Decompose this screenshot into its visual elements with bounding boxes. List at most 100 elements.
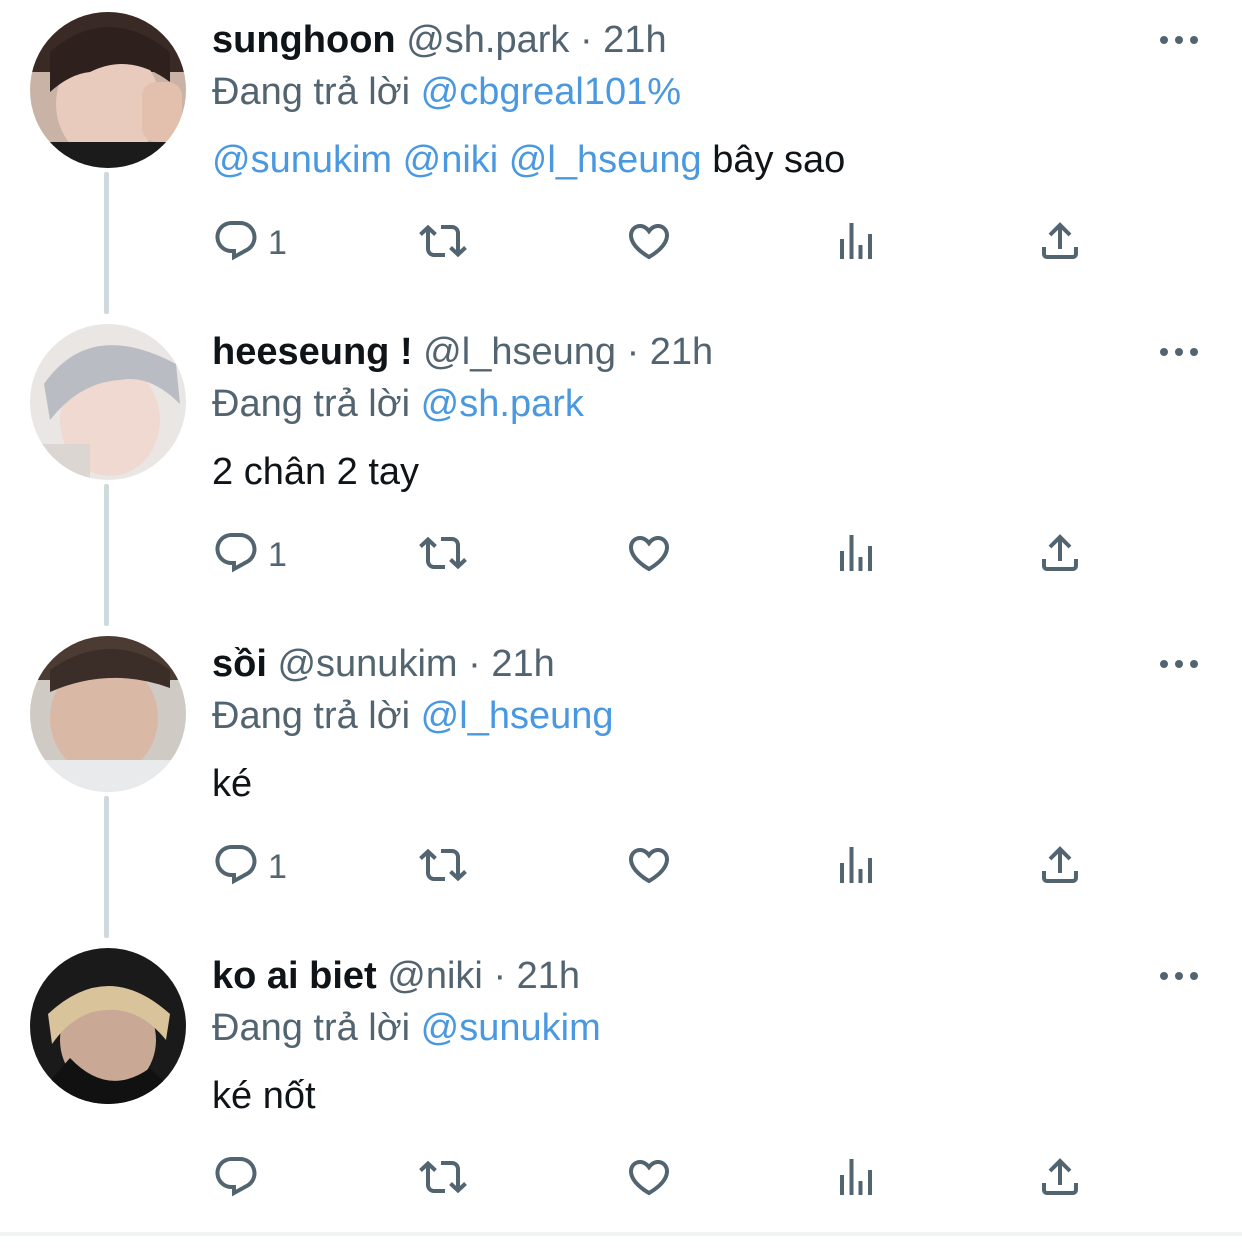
reply-button[interactable]: 1 [212, 520, 287, 590]
separator-dot: · [626, 331, 640, 373]
tweet-text: 2 chân 2 tay [212, 446, 419, 498]
tweet[interactable]: sồi @sunukim · 21h Đang trả lời @l_hseun… [0, 624, 1242, 936]
like-button[interactable] [624, 520, 674, 590]
retweet-icon [416, 841, 470, 894]
tweet-body: bây sao [712, 139, 846, 181]
user-handle[interactable]: @sunukim [277, 643, 457, 685]
mention-link[interactable]: @sunukim [212, 139, 392, 181]
heart-icon [624, 841, 674, 894]
mention-link[interactable]: @l_hseung [509, 139, 702, 181]
tweet-header: sunghoon @sh.park · 21h [212, 14, 667, 66]
separator-dot: · [493, 955, 507, 997]
tweet-actions [212, 1144, 1092, 1214]
mention-link[interactable]: @niki [403, 139, 499, 181]
reply-count: 1 [268, 535, 287, 574]
tweet-text: ké [212, 758, 252, 810]
replying-label: Đang trả lời [212, 383, 411, 425]
reply-icon [212, 841, 260, 894]
avatar[interactable] [30, 12, 186, 168]
tweet-body: 2 chân 2 tay [212, 451, 420, 493]
tweet-body: ké [212, 763, 253, 805]
tweet-text: @sunukim @niki @l_hseung bây sao [212, 134, 845, 186]
timestamp[interactable]: 21h [517, 955, 580, 997]
like-button[interactable] [624, 208, 674, 278]
avatar[interactable] [30, 948, 186, 1104]
views-icon [832, 841, 880, 894]
reply-button[interactable] [212, 1144, 268, 1214]
views-button[interactable] [832, 520, 880, 590]
share-button[interactable] [1036, 832, 1084, 902]
reply-thread: sunghoon @sh.park · 21h Đang trả lời @cb… [0, 0, 1242, 1236]
timestamp[interactable]: 21h [650, 331, 713, 373]
reply-icon [212, 529, 260, 582]
replying-to-link[interactable]: @l_hseung [421, 695, 614, 737]
reply-button[interactable]: 1 [212, 208, 287, 278]
tweet[interactable]: ko ai biet @niki · 21h Đang trả lời @sun… [0, 936, 1242, 1248]
tweet-header: sồi @sunukim · 21h [212, 638, 555, 690]
more-icon[interactable] [1158, 648, 1202, 680]
views-icon [832, 529, 880, 582]
tweet-actions: 1 [212, 832, 1092, 902]
display-name[interactable]: heeseung ! [212, 331, 413, 373]
retweet-button[interactable] [416, 208, 470, 278]
more-icon[interactable] [1158, 336, 1202, 368]
display-name[interactable]: sunghoon [212, 19, 396, 61]
reply-icon [212, 217, 260, 270]
like-button[interactable] [624, 1144, 674, 1214]
replying-to: Đang trả lời @sunukim [212, 1002, 601, 1054]
retweet-icon [416, 529, 470, 582]
replying-to-link[interactable]: @sh.park [421, 383, 584, 425]
replying-to: Đang trả lời @sh.park [212, 378, 584, 430]
share-icon [1036, 217, 1084, 270]
share-button[interactable] [1036, 520, 1084, 590]
share-icon [1036, 1153, 1084, 1206]
replying-to: Đang trả lời @cbgreal101% [212, 66, 681, 118]
tweet-text: ké nốt [212, 1070, 316, 1122]
views-button[interactable] [832, 1144, 880, 1214]
heart-icon [624, 217, 674, 270]
retweet-button[interactable] [416, 832, 470, 902]
timestamp[interactable]: 21h [491, 643, 554, 685]
tweet-actions: 1 [212, 208, 1092, 278]
tweet[interactable]: sunghoon @sh.park · 21h Đang trả lời @cb… [0, 0, 1242, 312]
tweet-body: ké nốt [212, 1075, 316, 1117]
heart-icon [624, 529, 674, 582]
replying-to: Đang trả lời @l_hseung [212, 690, 614, 742]
replying-label: Đang trả lời [212, 695, 411, 737]
retweet-button[interactable] [416, 1144, 470, 1214]
user-handle[interactable]: @niki [387, 955, 483, 997]
timestamp[interactable]: 21h [603, 19, 666, 61]
share-button[interactable] [1036, 1144, 1084, 1214]
more-icon[interactable] [1158, 24, 1202, 56]
share-icon [1036, 841, 1084, 894]
display-name[interactable]: sồi [212, 643, 267, 685]
like-button[interactable] [624, 832, 674, 902]
reply-count: 1 [268, 847, 287, 886]
views-button[interactable] [832, 208, 880, 278]
separator-dot: · [468, 643, 481, 685]
tweet-actions: 1 [212, 520, 1092, 590]
more-icon[interactable] [1158, 960, 1202, 992]
user-handle[interactable]: @l_hseung [423, 331, 616, 373]
reply-button[interactable]: 1 [212, 832, 287, 902]
heart-icon [624, 1153, 674, 1206]
display-name[interactable]: ko ai biet [212, 955, 377, 997]
retweet-icon [416, 217, 470, 270]
reply-count: 1 [268, 223, 287, 262]
avatar[interactable] [30, 324, 186, 480]
avatar[interactable] [30, 636, 186, 792]
user-handle[interactable]: @sh.park [406, 19, 569, 61]
bottom-divider [0, 1232, 1242, 1236]
reply-icon [212, 1153, 260, 1206]
views-button[interactable] [832, 832, 880, 902]
views-icon [832, 1153, 880, 1206]
tweet[interactable]: heeseung ! @l_hseung · 21h Đang trả lời … [0, 312, 1242, 624]
views-icon [832, 217, 880, 270]
replying-to-link[interactable]: @sunukim [421, 1007, 601, 1049]
replying-label: Đang trả lời [212, 71, 411, 113]
replying-to-link[interactable]: @cbgreal101% [421, 71, 681, 113]
separator-dot: · [579, 19, 593, 61]
share-button[interactable] [1036, 208, 1084, 278]
retweet-button[interactable] [416, 520, 470, 590]
tweet-header: ko ai biet @niki · 21h [212, 950, 580, 1002]
